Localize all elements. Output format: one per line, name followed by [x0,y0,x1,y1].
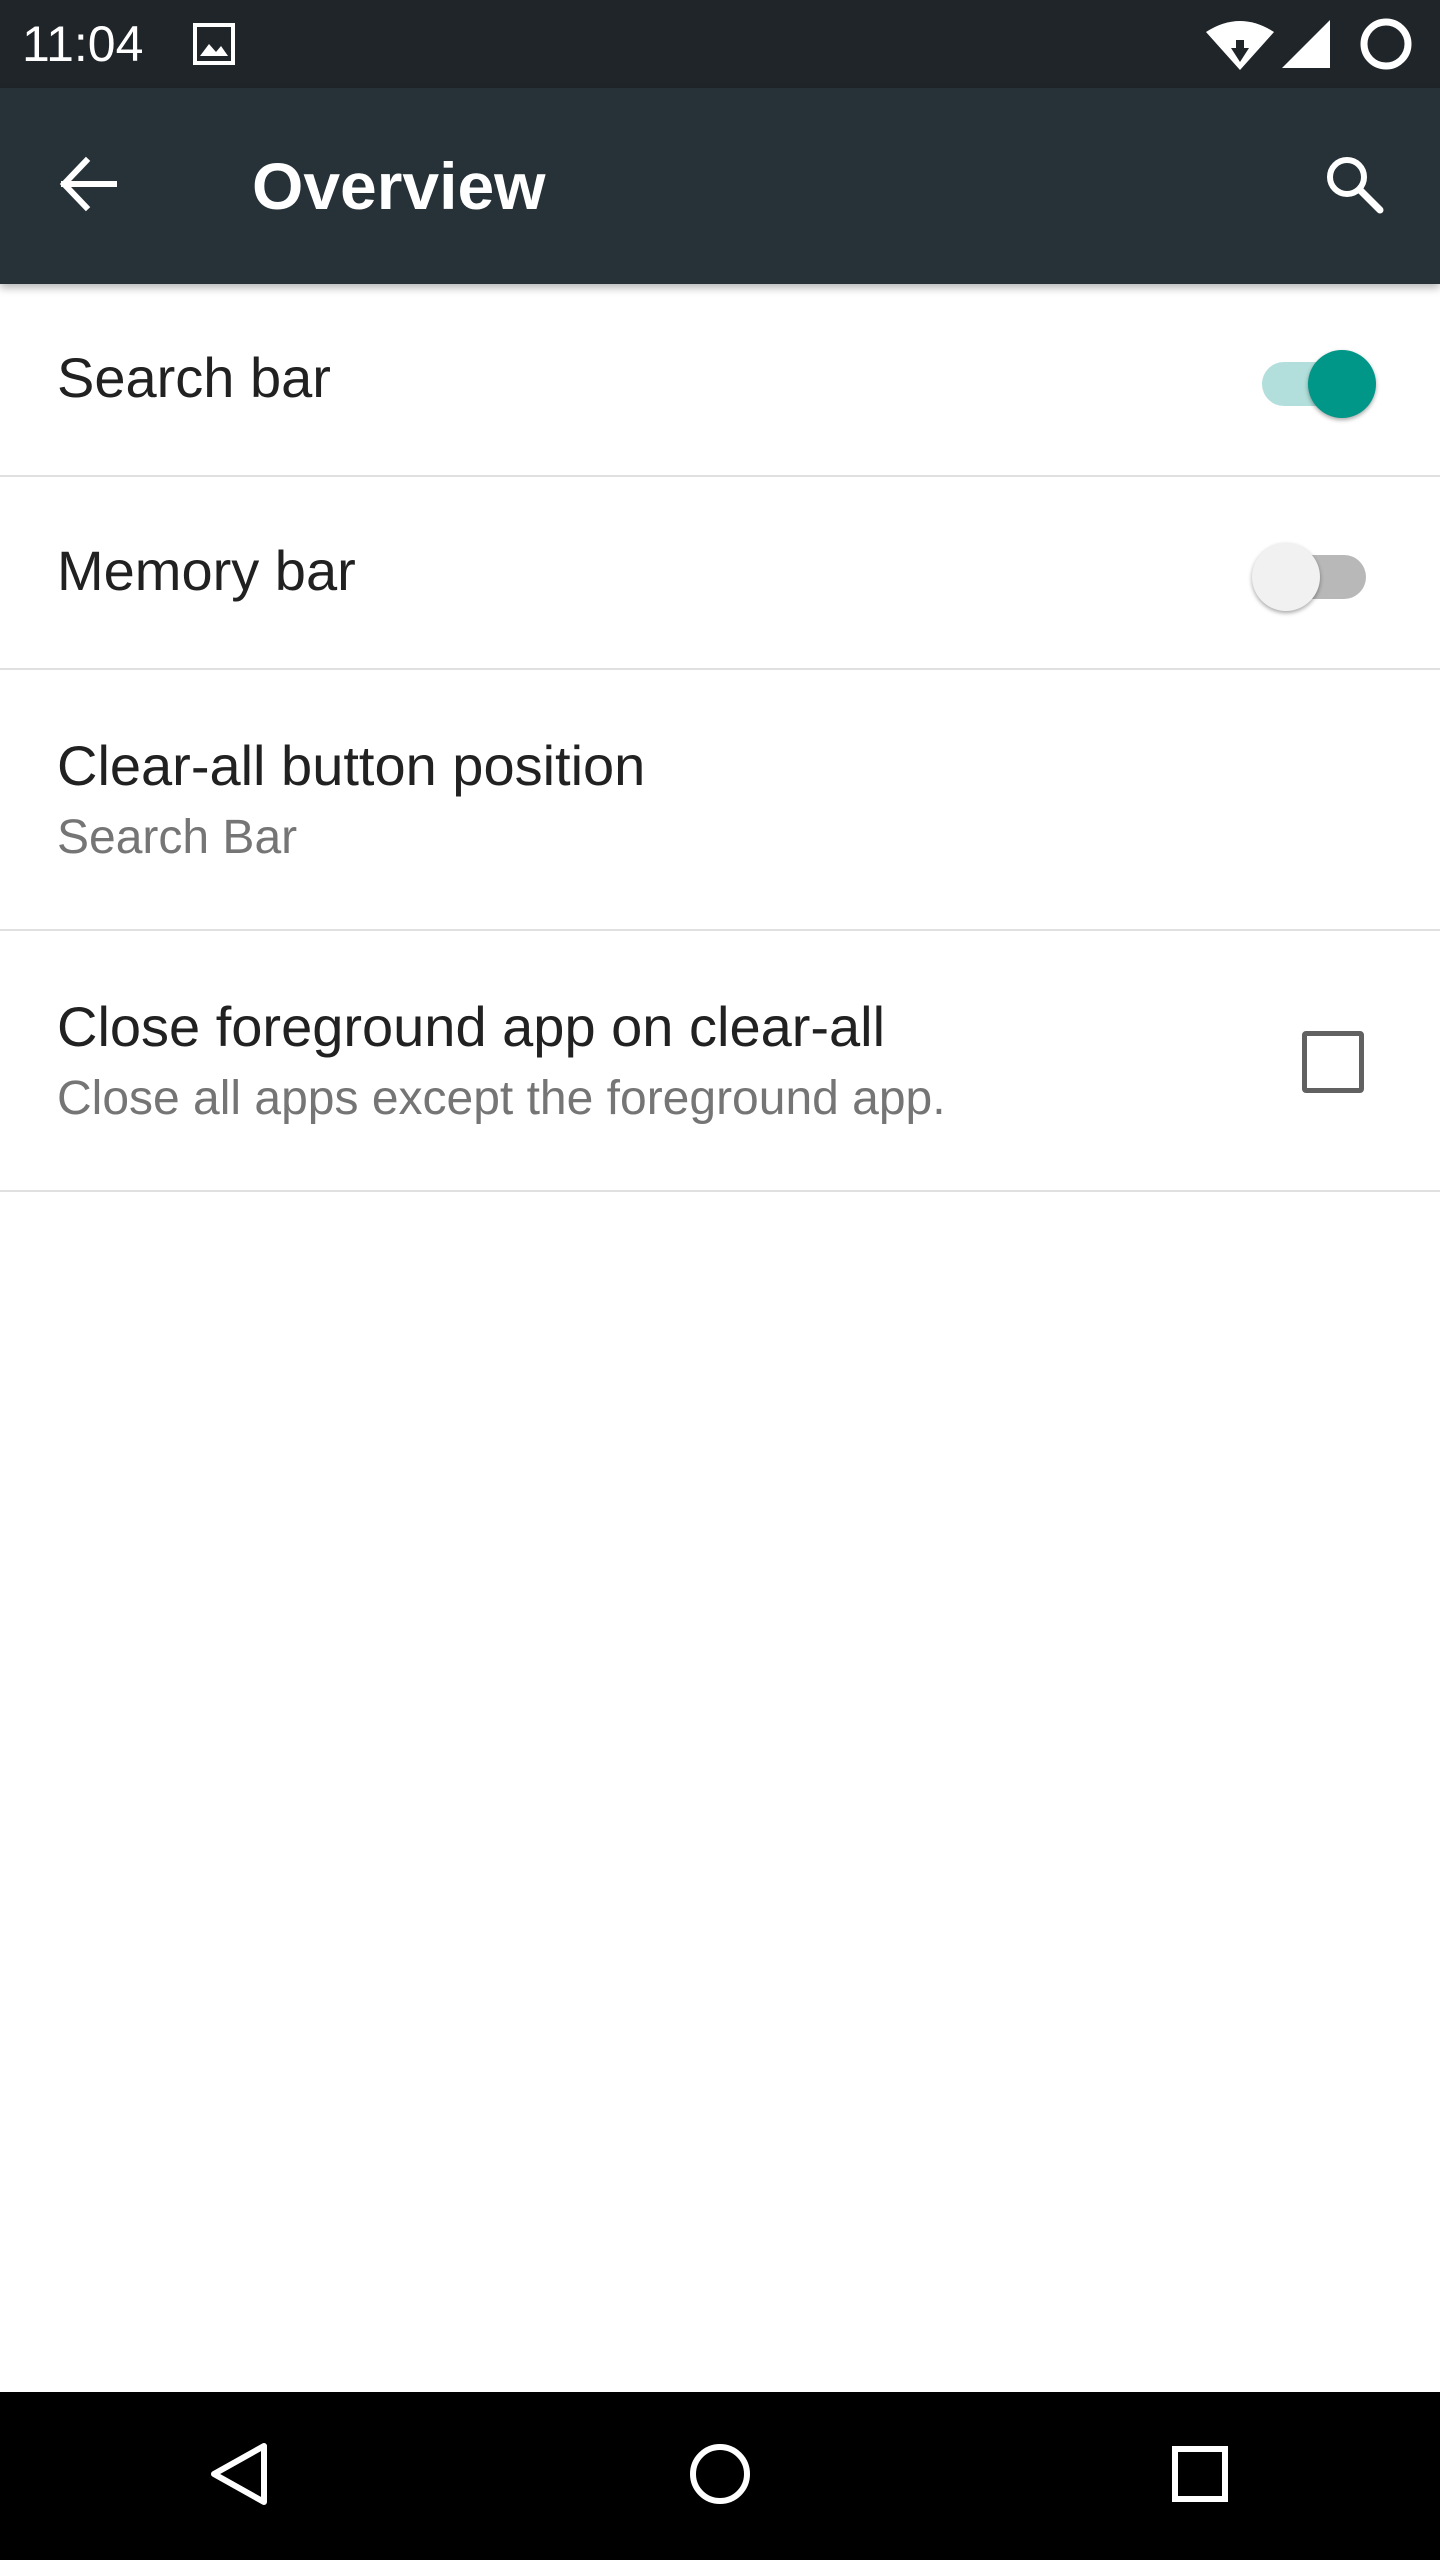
navigation-bar [0,2392,1440,2560]
setting-close-foreground-app[interactable]: Close foreground app on clear-all Close … [0,931,1440,1192]
arrow-back-icon [56,152,120,221]
setting-memory-bar[interactable]: Memory bar [0,477,1440,670]
memory-bar-switch[interactable] [1252,535,1376,611]
status-time: 11:04 [22,16,144,72]
settings-list: Search bar Memory bar Clear-all button p… [0,284,1440,1192]
checkbox-box [1302,1031,1364,1093]
cell-signal-icon [1280,18,1332,70]
search-icon [1322,152,1386,221]
search-button[interactable] [1306,138,1402,234]
app-bar: Overview [0,88,1440,284]
setting-summary: Search Bar [57,811,298,864]
setting-title: Search bar [57,346,331,409]
setting-title: Close foreground app on clear-all [57,995,886,1058]
close-foreground-checkbox[interactable] [1298,1027,1364,1093]
status-bar: 11:04 [0,0,1440,88]
page-title: Overview [252,149,546,223]
image-icon [192,22,236,66]
setting-title: Memory bar [57,539,356,602]
nav-recents-button[interactable] [1140,2416,1260,2536]
battery-icon [1358,16,1414,72]
setting-search-bar[interactable]: Search bar [0,284,1440,477]
nav-back-icon [204,2438,276,2515]
nav-home-icon [684,2438,756,2515]
nav-home-button[interactable] [660,2416,780,2536]
setting-summary: Close all apps except the foreground app… [57,1072,946,1125]
search-bar-switch[interactable] [1252,342,1376,418]
wifi-icon [1204,18,1276,72]
back-button[interactable] [40,138,136,234]
setting-title: Clear-all button position [57,734,646,797]
setting-clear-all-position[interactable]: Clear-all button position Search Bar [0,670,1440,931]
switch-thumb [1252,543,1320,611]
nav-recents-icon [1164,2438,1236,2515]
settings-screen: 11:04 Overview Search bar Memory bar Cle… [0,0,1440,2560]
switch-thumb [1308,350,1376,418]
nav-back-button[interactable] [180,2416,300,2536]
